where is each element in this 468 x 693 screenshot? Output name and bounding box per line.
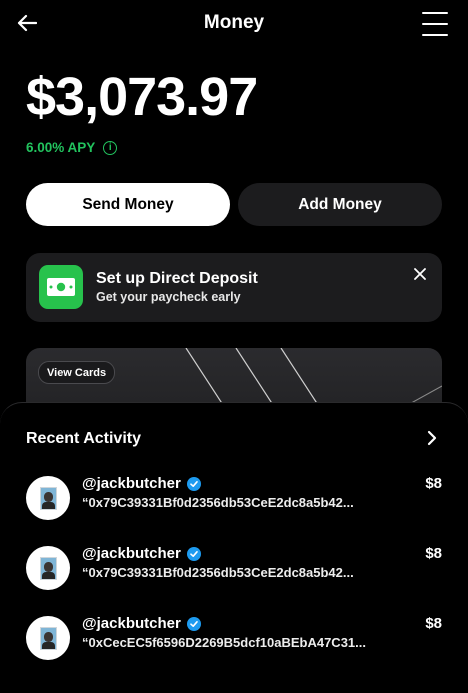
activity-row[interactable]: @jackbutcher “0x79C39331Bf0d2356db53CeE2… bbox=[0, 473, 468, 529]
avatar bbox=[26, 546, 70, 590]
send-money-button[interactable]: Send Money bbox=[26, 183, 230, 226]
activity-amount: $8 bbox=[425, 475, 442, 492]
info-icon[interactable]: i bbox=[103, 140, 118, 155]
apy-rate: 6.00% APY i bbox=[26, 140, 118, 155]
hamburger-menu-icon bbox=[422, 12, 448, 14]
activity-row[interactable]: @jackbutcher “0xCecEC5f6596D2269B5dcf10a… bbox=[0, 613, 468, 669]
activity-handle: @jackbutcher bbox=[82, 545, 181, 562]
direct-deposit-card[interactable]: Set up Direct Deposit Get your paycheck … bbox=[26, 253, 442, 322]
direct-deposit-title: Set up Direct Deposit bbox=[96, 270, 258, 287]
recent-activity-title: Recent Activity bbox=[26, 430, 141, 447]
activity-handle: @jackbutcher bbox=[82, 475, 181, 492]
view-all-activity-button[interactable] bbox=[422, 427, 442, 449]
activity-note: “0xCecEC5f6596D2269B5dcf10aBEbA47C31... bbox=[82, 635, 366, 650]
activity-handle: @jackbutcher bbox=[82, 615, 181, 632]
avatar bbox=[26, 616, 70, 660]
recent-activity-sheet: Recent Activity @jackbutcher “0x79C39331… bbox=[0, 402, 468, 693]
activity-row[interactable]: @jackbutcher “0x79C39331Bf0d2356db53CeE2… bbox=[0, 543, 468, 599]
apy-label: 6.00% APY bbox=[26, 140, 96, 155]
verified-badge-icon bbox=[186, 546, 201, 561]
verified-badge-icon bbox=[186, 616, 201, 631]
verified-badge-icon bbox=[186, 476, 201, 491]
close-icon bbox=[414, 268, 426, 280]
balance-amount: $3,073.97 bbox=[26, 67, 258, 127]
activity-note: “0x79C39331Bf0d2356db53CeE2dc8a5b42... bbox=[82, 495, 354, 510]
activity-amount: $8 bbox=[425, 545, 442, 562]
activity-amount: $8 bbox=[425, 615, 442, 632]
page-title: Money bbox=[203, 12, 265, 33]
dismiss-button[interactable] bbox=[410, 264, 430, 284]
avatar bbox=[26, 476, 70, 520]
cash-bill-icon bbox=[39, 265, 83, 309]
direct-deposit-subtitle: Get your paycheck early bbox=[96, 290, 241, 304]
activity-note: “0x79C39331Bf0d2356db53CeE2dc8a5b42... bbox=[82, 565, 354, 580]
chevron-right-icon bbox=[427, 430, 437, 446]
menu-button[interactable] bbox=[422, 12, 448, 36]
view-cards-button[interactable]: View Cards bbox=[38, 361, 116, 384]
add-money-button[interactable]: Add Money bbox=[238, 183, 442, 226]
